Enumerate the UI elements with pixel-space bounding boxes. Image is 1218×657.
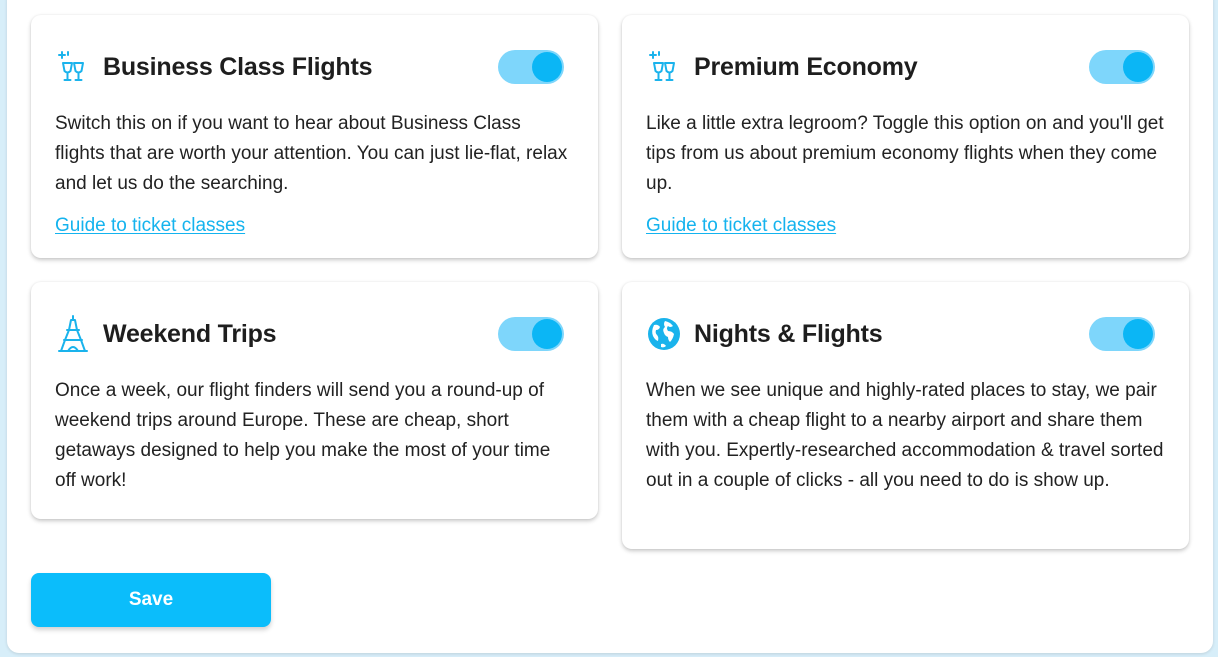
save-button[interactable]: Save — [31, 573, 271, 627]
card-title: Weekend Trips — [103, 319, 277, 348]
business-class-toggle[interactable] — [498, 50, 564, 84]
toggle-knob[interactable] — [1123, 52, 1153, 82]
card-header: Business Class Flights — [55, 49, 372, 85]
card-title: Business Class Flights — [103, 52, 373, 81]
champagne-glasses-icon — [55, 49, 91, 85]
card-description: Like a little extra legroom? Toggle this… — [646, 113, 1164, 194]
card-title: Nights & Flights — [694, 319, 883, 348]
card-header: Premium Economy — [646, 49, 918, 85]
weekend-trips-toggle[interactable] — [498, 317, 564, 351]
globe-icon — [646, 316, 682, 352]
card-title: Premium Economy — [694, 52, 918, 81]
toggle-knob[interactable] — [532, 52, 562, 82]
card-weekend-trips: Weekend Trips Once a week, our flight fi… — [31, 282, 598, 519]
guide-link[interactable]: Guide to ticket classes — [55, 215, 245, 237]
champagne-glasses-icon — [646, 49, 682, 85]
card-description: Once a week, our flight finders will sen… — [55, 380, 551, 491]
card-description: Switch this on if you want to hear about… — [55, 113, 568, 194]
nights-flights-toggle[interactable] — [1089, 317, 1155, 351]
guide-link[interactable]: Guide to ticket classes — [646, 215, 836, 237]
card-nights-flights: Nights & Flights When we see unique and … — [622, 282, 1189, 549]
toggle-knob[interactable] — [1123, 319, 1153, 349]
card-header: Nights & Flights — [646, 316, 883, 352]
eiffel-tower-icon — [55, 315, 91, 352]
card-header: Weekend Trips — [55, 315, 277, 352]
toggle-knob[interactable] — [532, 319, 562, 349]
card-premium-economy: Premium Economy Like a little extra legr… — [622, 15, 1189, 258]
premium-economy-toggle[interactable] — [1089, 50, 1155, 84]
card-business-class: Business Class Flights Switch this on if… — [31, 15, 598, 258]
card-description: When we see unique and highly-rated plac… — [646, 380, 1164, 491]
